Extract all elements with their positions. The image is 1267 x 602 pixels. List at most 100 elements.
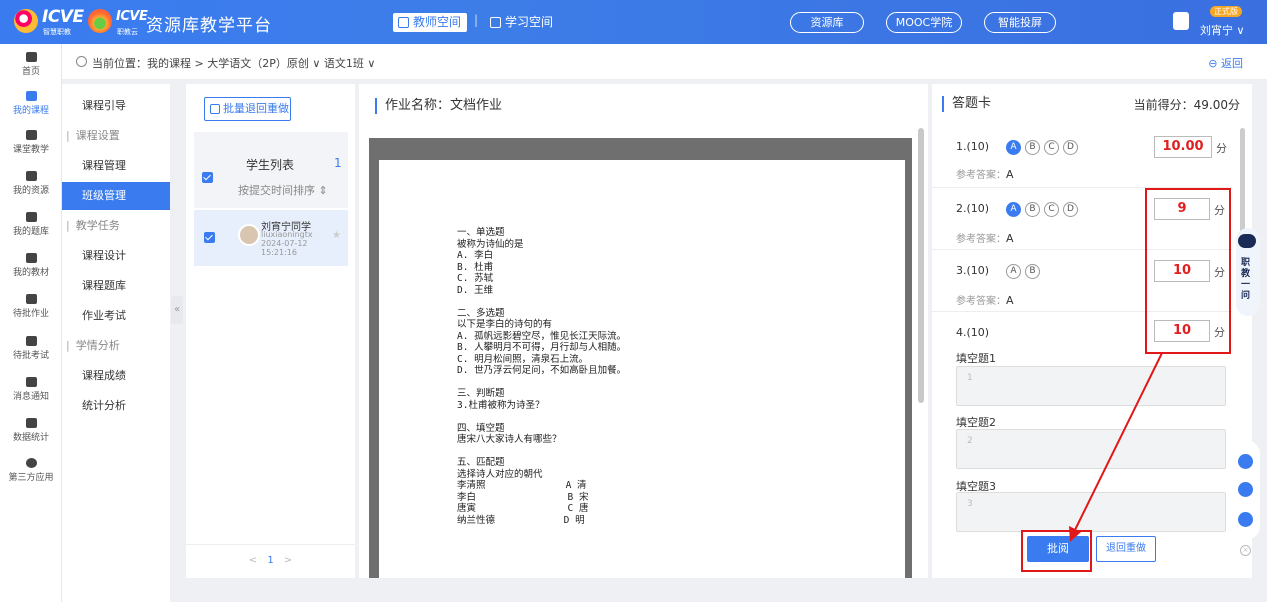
question-number: 4.(10): [956, 326, 990, 339]
exam-icon: [25, 336, 37, 346]
avatar: [238, 224, 260, 246]
subnav-course-manage[interactable]: 课程管理: [62, 152, 170, 180]
rail-label: 我的资源: [12, 186, 49, 196]
rail-class-teaching[interactable]: 课堂教学: [0, 130, 62, 155]
subnav-homework-exam[interactable]: 作业考试: [62, 302, 170, 330]
logo-text-2: ICVE: [116, 9, 148, 24]
student-list-header: 学生列表 1 按提交时间排序 ⇕: [194, 132, 348, 208]
collapse-toggle[interactable]: «: [171, 296, 183, 324]
option-a[interactable]: A: [1006, 140, 1021, 155]
rail-statistics[interactable]: 数据统计: [0, 418, 62, 443]
current-score: 当前得分：49.00分: [1133, 98, 1240, 112]
apps-icon: [25, 458, 37, 468]
document-viewer[interactable]: 一、单选题 被称为诗仙的是 A. 李白 B. 杜甫 C. 苏轼 D. 王维 二、…: [369, 138, 912, 578]
back-button[interactable]: ⊖ 返回: [1208, 55, 1243, 71]
rail-my-courses[interactable]: 我的课程: [0, 91, 62, 116]
rail-pending-homework[interactable]: 待批作业: [0, 294, 62, 319]
batch-icon: [210, 104, 220, 114]
option-b[interactable]: B: [1025, 140, 1040, 155]
batch-return-button[interactable]: 批量退回重做: [204, 97, 291, 121]
subnav-course-guide[interactable]: 课程引导: [62, 92, 170, 120]
prev-page-button[interactable]: <: [249, 555, 257, 566]
option-d[interactable]: D: [1063, 140, 1078, 155]
user-name-menu[interactable]: 刘宵宁 ∨: [1200, 22, 1245, 38]
nav-separator: |: [474, 13, 479, 27]
logo-sub-2: 职教云: [117, 28, 138, 36]
star-icon[interactable]: ★: [332, 230, 341, 241]
subnav-group-settings: 课程设置: [62, 122, 170, 150]
close-icon[interactable]: ×: [1240, 545, 1251, 556]
reference-answer: 参考答案：A: [956, 230, 1014, 245]
resource-pill[interactable]: 资源库: [790, 12, 864, 33]
headset-icon[interactable]: [1238, 454, 1253, 469]
download-icon[interactable]: [1238, 482, 1253, 497]
student-id: liuxiaoningtx: [261, 230, 313, 239]
option-b[interactable]: B: [1025, 202, 1040, 217]
stats-icon: [25, 418, 37, 428]
subnav-stat-analysis[interactable]: 统计分析: [62, 392, 170, 420]
subnav-class-manage[interactable]: 班级管理: [62, 182, 170, 210]
nav-student-space[interactable]: 学习空间: [485, 13, 559, 32]
rail-messages[interactable]: 消息通知: [0, 377, 62, 402]
rail-label: 数据统计: [12, 433, 49, 443]
arrow-line: [1072, 352, 1163, 535]
student-row[interactable]: 刘宵宁同学 liuxiaoningtx 2024-07-12 15:21:16 ★: [194, 210, 348, 266]
answer-card-scrollbar[interactable]: [1240, 128, 1245, 238]
rail-question-bank[interactable]: 我的题库: [0, 212, 62, 237]
subnav-group-tasks: 教学任务: [62, 212, 170, 240]
homework-icon: [25, 294, 37, 304]
book-icon: [25, 91, 37, 101]
textbook-icon: [25, 253, 37, 263]
option-a[interactable]: A: [1006, 202, 1021, 217]
breadcrumb-bar: 当前位置：我的课程 > 大学语文（2P）原创 ∨ 语文1班 ∨ ⊖ 返回: [62, 44, 1267, 80]
document-page: 一、单选题 被称为诗仙的是 A. 李白 B. 杜甫 C. 苏轼 D. 王维 二、…: [379, 160, 905, 578]
option-a[interactable]: A: [1006, 264, 1021, 279]
nav-teacher-space[interactable]: 教师空间: [393, 13, 468, 32]
document-scrollbar[interactable]: [918, 128, 924, 403]
option-d[interactable]: D: [1063, 202, 1078, 217]
option-c[interactable]: C: [1044, 140, 1059, 155]
highlight-score-box: [1145, 188, 1231, 354]
answer-card-title: 答题卡: [942, 96, 991, 112]
icve-logo-icon: [14, 9, 38, 33]
sort-by-submit-time[interactable]: 按提交时间排序 ⇕: [238, 182, 328, 198]
rail-label: 待批作业: [12, 309, 49, 319]
ref-label: 参考答案：: [956, 170, 1006, 181]
subnav-course-bank[interactable]: 课程题库: [62, 272, 170, 300]
bank-icon: [25, 212, 37, 222]
question-number: 3.(10): [956, 264, 990, 277]
option-b[interactable]: B: [1025, 264, 1040, 279]
rail-my-textbooks[interactable]: 我的教材: [0, 253, 62, 278]
question-number: 2.(10): [956, 202, 990, 215]
subnav-course-design[interactable]: 课程设计: [62, 242, 170, 270]
rail-label: 首页: [21, 67, 40, 77]
rail-pending-exams[interactable]: 待批考试: [0, 336, 62, 361]
option-c[interactable]: C: [1044, 202, 1059, 217]
select-all-checkbox[interactable]: [202, 172, 213, 183]
blank-label-2: 填空题2: [956, 416, 996, 429]
subnav-course-grades[interactable]: 课程成绩: [62, 362, 170, 390]
next-page-button[interactable]: >: [284, 555, 292, 566]
rail-third-party[interactable]: 第三方应用: [0, 458, 62, 483]
logo-text-1: ICVE: [42, 7, 84, 27]
rail-label: 我的教材: [12, 268, 49, 278]
score-input[interactable]: 10.00: [1154, 136, 1212, 158]
subnav-group-analysis: 学情分析: [62, 332, 170, 360]
platform-title: 资源库教学平台: [146, 16, 272, 36]
student-panel: 批量退回重做 学生列表 1 按提交时间排序 ⇕ 刘宵宁同学 liuxiaonin…: [186, 84, 355, 578]
logo-sub-1: 智慧职教: [43, 28, 71, 36]
rail-label: 我的课程: [12, 106, 49, 116]
help-icon[interactable]: [1238, 512, 1253, 527]
rail-home[interactable]: 首页: [0, 52, 62, 77]
document-panel: 作业名称：文档作业 一、单选题 被称为诗仙的是 A. 李白 B. 杜甫 C. 苏…: [359, 84, 928, 578]
mooc-pill[interactable]: MOOC学院: [886, 12, 962, 33]
page-number[interactable]: 1: [267, 555, 273, 566]
ref-label: 参考答案：: [956, 296, 1006, 307]
user-card-icon[interactable]: [1173, 12, 1189, 30]
breadcrumb[interactable]: 当前位置：我的课程 > 大学语文（2P）原创 ∨ 语文1班 ∨: [92, 55, 375, 71]
document-text: 一、单选题 被称为诗仙的是 A. 李白 B. 杜甫 C. 苏轼 D. 王维 二、…: [457, 227, 627, 526]
smart-screen-pill[interactable]: 智能投屏: [984, 12, 1056, 33]
student-checkbox[interactable]: [204, 232, 215, 243]
play-icon: [25, 130, 37, 140]
rail-my-resources[interactable]: 我的资源: [0, 171, 62, 196]
